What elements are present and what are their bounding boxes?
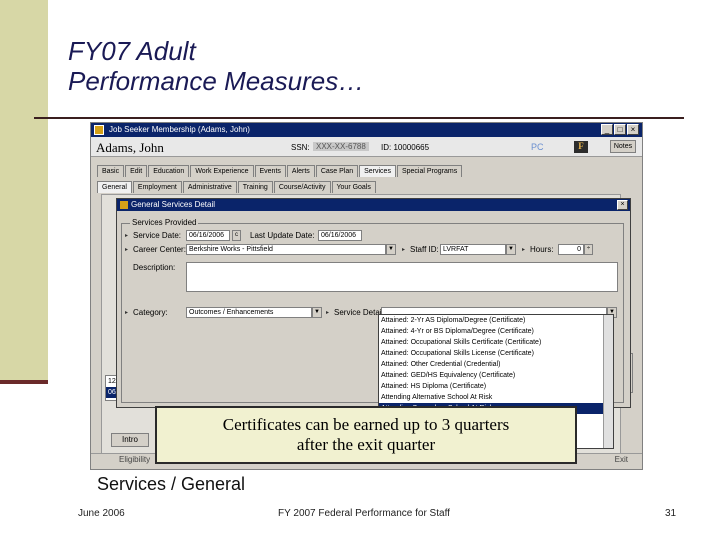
title-divider [34, 117, 684, 119]
ssn-label: SSN: [291, 143, 310, 152]
chevron-down-icon[interactable]: ▼ [506, 244, 516, 255]
required-marker-icon: ▸ [402, 247, 406, 253]
close-icon[interactable]: × [627, 124, 639, 135]
subtab-employment[interactable]: Employment [132, 181, 182, 193]
window-titlebar[interactable]: Job Seeker Membership (Adams, John) _ □ … [91, 123, 642, 137]
list-item[interactable]: Attained: Occupational Skills Certificat… [379, 337, 613, 348]
last-update-label: Last Update Date: [250, 231, 315, 240]
service-date-label: Service Date: [133, 231, 182, 240]
chevron-down-icon[interactable]: ▼ [312, 307, 322, 318]
list-item[interactable]: Attained: HS Diploma (Certificate) [379, 381, 613, 392]
category-label: Category: [133, 308, 168, 317]
window-controls: _ □ × [601, 124, 639, 135]
chevron-down-icon[interactable]: ▼ [386, 244, 396, 255]
subtab-course-activity[interactable]: Course/Activity [273, 181, 331, 193]
tab-services[interactable]: Services [359, 165, 396, 177]
client-name: Adams, John [96, 140, 164, 155]
tab-events[interactable]: Events [254, 165, 286, 177]
last-update-input[interactable]: 06/16/2006 [318, 230, 362, 241]
f-badge: F [574, 141, 588, 153]
required-marker-icon: ▸ [125, 310, 129, 316]
maximize-icon[interactable]: □ [614, 124, 626, 135]
dialog-titlebar[interactable]: General Services Detail × [117, 199, 630, 211]
subtab-general[interactable]: General [97, 181, 132, 193]
window-title: Job Seeker Membership (Adams, John) [109, 125, 250, 134]
description-label: Description: [133, 263, 176, 272]
slide-left-bar-rule [0, 380, 48, 384]
hours-stepper-icon[interactable]: ÷ [584, 244, 593, 255]
group-title: Services Provided [130, 218, 199, 227]
tab-alerts[interactable]: Alerts [286, 165, 315, 177]
calendar-icon[interactable]: c [232, 230, 241, 241]
main-tabs: Basic Edit Education Work Experience Events A… [97, 165, 463, 177]
dropdown-scrollbar[interactable] [603, 315, 613, 448]
tab-edit[interactable]: Edit [125, 165, 148, 177]
list-item[interactable]: Attained: Occupational Skills License (C… [379, 348, 613, 359]
dialog-title: General Services Detail [131, 200, 216, 209]
required-marker-icon: ▸ [125, 247, 129, 253]
minimize-icon[interactable]: _ [601, 124, 613, 135]
exit-link[interactable]: Exit [615, 455, 628, 464]
left-label-strip [103, 203, 111, 373]
subtab-training[interactable]: Training [237, 181, 273, 193]
list-item[interactable]: Attained: 4-Yr or BS Diploma/Degree (Cer… [379, 326, 613, 337]
eligibility-link[interactable]: Eligibility [119, 455, 150, 464]
dialog-close-icon[interactable]: × [617, 200, 628, 210]
subtab-your-goals[interactable]: Your Goals [331, 181, 376, 193]
client-id: ID: 10000665 [381, 143, 430, 152]
dialog-icon [120, 201, 128, 209]
sub-tabs: General Employment Administrative Training C… [97, 181, 377, 193]
list-item[interactable]: Attained: 2-Yr AS Diploma/Degree (Certif… [379, 315, 613, 326]
slide-title: FY07 Adult Performance Measures… [68, 36, 364, 96]
hours-input[interactable]: 0 [558, 244, 584, 255]
career-center-label: Career Center: [133, 245, 186, 254]
pc-badge: PC [531, 142, 544, 152]
required-marker-icon: ▸ [522, 247, 526, 253]
app-icon [94, 125, 104, 135]
list-item[interactable]: Attained: GED/HS Equivalency (Certificat… [379, 370, 613, 381]
tab-education[interactable]: Education [148, 165, 190, 177]
list-item[interactable]: Attained: Other Credential (Credential) [379, 359, 613, 370]
notes-button[interactable]: Notes [610, 140, 636, 153]
slide-title-line1: FY07 Adult [68, 36, 196, 66]
footer-title: FY 2007 Federal Performance for Staff [278, 508, 450, 519]
callout-line1: Certificates can be earned up to 3 quart… [222, 415, 510, 434]
footer-page-number: 31 [665, 508, 677, 519]
certificates-callout: Certificates can be earned up to 3 quart… [155, 406, 577, 464]
callout-line2: after the exit quarter [296, 435, 436, 454]
subtab-administrative[interactable]: Administrative [182, 181, 237, 193]
tab-basic[interactable]: Basic [97, 165, 125, 177]
footer-date: June 2006 [78, 508, 125, 519]
required-marker-icon: ▸ [326, 310, 330, 316]
slide-title-line2: Performance Measures… [68, 66, 365, 96]
required-marker-icon: ▸ [125, 233, 129, 239]
staff-id-select[interactable]: LVRFAT [440, 244, 506, 255]
list-item[interactable]: Attending Alternative School At Risk [379, 392, 613, 403]
tab-special-programs[interactable]: Special Programs [396, 165, 463, 177]
ssn-value: XXX-XX-6788 [313, 142, 369, 151]
client-header: Adams, John SSN: XXX-XX-6788 ID: 1000066… [91, 137, 642, 157]
slide-left-bar [0, 0, 48, 384]
tab-case-plan[interactable]: Case Plan [315, 165, 359, 177]
description-textarea[interactable] [186, 262, 618, 292]
service-date-input[interactable]: 06/16/2006 [186, 230, 230, 241]
staff-id-label: Staff ID: [410, 245, 439, 254]
hours-label: Hours: [530, 245, 554, 254]
career-center-select[interactable]: Berkshire Works - Pittsfield [186, 244, 386, 255]
slide-caption: Services / General [97, 474, 246, 494]
tab-work-experience[interactable]: Work Experience [190, 165, 254, 177]
intro-button[interactable]: Intro [111, 433, 149, 447]
category-select[interactable]: Outcomes / Enhancements [186, 307, 312, 318]
